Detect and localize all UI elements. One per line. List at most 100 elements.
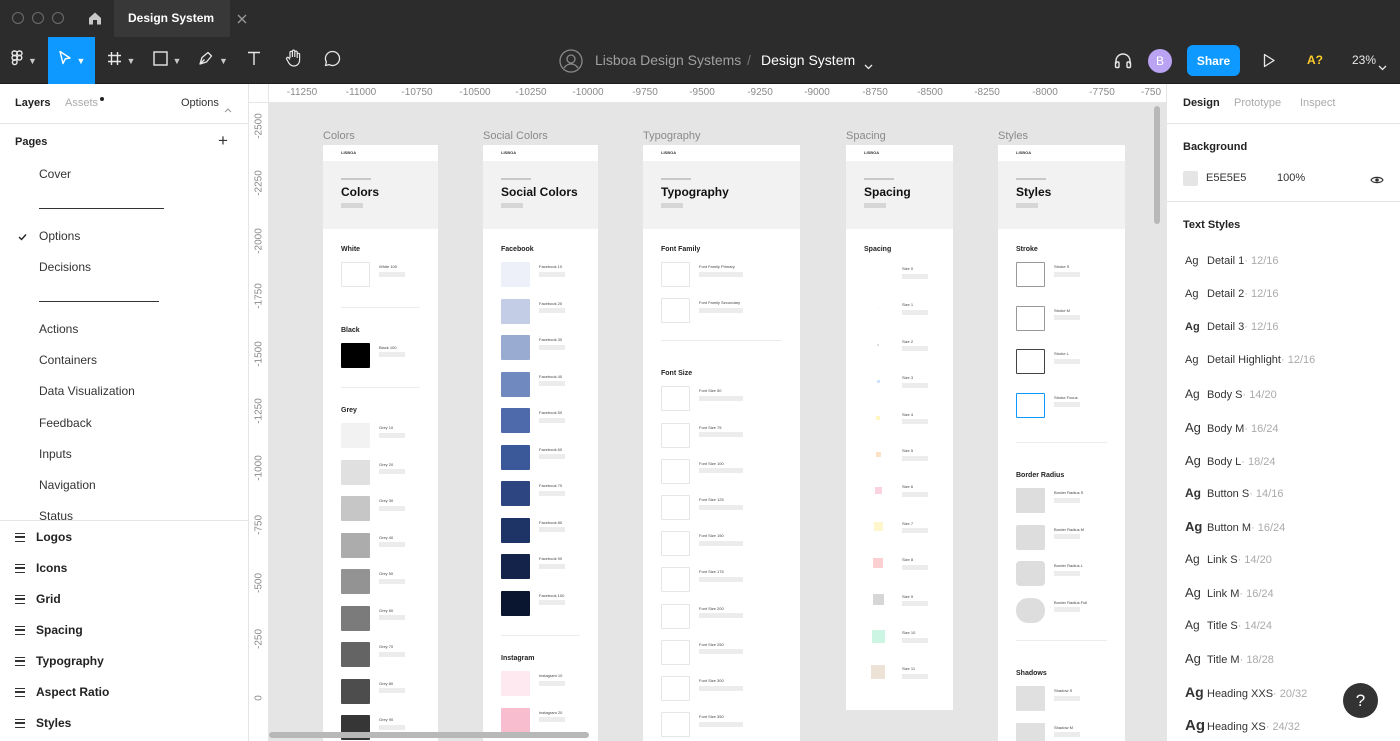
frame-label[interactable]: Styles	[998, 130, 1028, 142]
color-swatch[interactable]	[341, 605, 370, 631]
color-swatch[interactable]	[341, 532, 370, 558]
layer-icons[interactable]: Icons	[15, 561, 67, 575]
type-sample-box[interactable]	[661, 712, 690, 738]
text-style-item[interactable]: Ag Body M · 16/24	[1185, 420, 1279, 435]
frame-label[interactable]: Social Colors	[483, 130, 548, 142]
eye-visibility-icon[interactable]	[1370, 172, 1384, 190]
color-swatch[interactable]	[501, 444, 530, 470]
type-sample-box[interactable]	[661, 639, 690, 665]
frame-0[interactable]: LISBOA Colors White White 100 Black Black 100…	[323, 145, 438, 741]
main-menu-button[interactable]: ▼	[0, 37, 48, 84]
text-style-item[interactable]: Ag Body L · 18/24	[1185, 453, 1276, 468]
spacing-swatch[interactable]	[876, 379, 880, 383]
text-style-item[interactable]: Ag Detail 3 · 12/16	[1185, 321, 1279, 333]
accessibility-plugin-button[interactable]: A?	[1307, 53, 1323, 67]
style-sample[interactable]	[1016, 349, 1045, 374]
color-swatch[interactable]	[501, 671, 530, 696]
color-swatch[interactable]	[501, 262, 530, 287]
color-swatch[interactable]	[341, 342, 370, 368]
layer-spacing[interactable]: Spacing	[15, 623, 83, 637]
frame-label[interactable]: Colors	[323, 130, 355, 142]
color-swatch[interactable]	[341, 678, 370, 704]
type-sample-box[interactable]	[661, 458, 690, 484]
page-item-data-visualization[interactable]: Data Visualization	[39, 384, 135, 398]
color-swatch[interactable]	[501, 517, 530, 543]
text-style-item[interactable]: Ag Title M · 18/28	[1185, 651, 1274, 666]
color-swatch[interactable]	[341, 262, 370, 287]
text-style-item[interactable]: Ag Body S · 14/20	[1185, 387, 1277, 401]
layer-typography[interactable]: Typography	[15, 654, 104, 668]
background-opacity-input[interactable]: 100%	[1277, 172, 1305, 184]
color-swatch[interactable]	[501, 554, 530, 579]
help-button[interactable]: ?	[1343, 683, 1378, 718]
move-tool-button[interactable]: ▼	[48, 37, 95, 84]
color-swatch[interactable]	[501, 590, 530, 616]
color-swatch[interactable]	[341, 423, 370, 448]
tab-prototype[interactable]: Prototype	[1234, 97, 1281, 109]
type-sample-box[interactable]	[661, 603, 690, 629]
window-maximize-button[interactable]	[52, 12, 64, 24]
type-sample-box[interactable]	[661, 495, 690, 520]
text-style-item[interactable]: Ag Button M · 16/24	[1185, 519, 1285, 534]
spacing-swatch[interactable]	[873, 558, 883, 569]
chevron-down-icon[interactable]	[1378, 58, 1387, 76]
style-sample[interactable]	[1016, 524, 1045, 550]
user-avatar[interactable]: B	[1148, 49, 1172, 73]
style-sample[interactable]	[1016, 305, 1045, 331]
color-swatch[interactable]	[501, 707, 530, 733]
style-sample[interactable]	[1016, 597, 1045, 623]
background-color-swatch[interactable]	[1183, 171, 1198, 186]
layer-aspect-ratio[interactable]: Aspect Ratio	[15, 685, 109, 699]
page-item-actions[interactable]: Actions	[39, 322, 78, 336]
spacing-swatch[interactable]	[871, 665, 885, 680]
spacing-swatch[interactable]	[874, 486, 882, 494]
style-sample[interactable]	[1016, 686, 1045, 711]
color-swatch[interactable]	[341, 569, 370, 594]
type-sample-box[interactable]	[661, 386, 690, 412]
present-play-icon[interactable]	[1262, 53, 1276, 73]
text-style-item[interactable]: Ag Detail 2 · 12/16	[1185, 288, 1279, 300]
text-style-item[interactable]: Ag Detail 1 · 12/16	[1185, 255, 1279, 267]
tab-inspect[interactable]: Inspect	[1300, 97, 1335, 109]
color-swatch[interactable]	[501, 298, 530, 324]
file-name-button[interactable]: Design System	[761, 52, 855, 68]
file-tab[interactable]: Design System	[114, 0, 230, 37]
canvas[interactable]: Colors LISBOA Colors White White 100 Black Bla…	[249, 84, 1166, 741]
page-item-feedback[interactable]: Feedback	[39, 416, 92, 430]
style-sample[interactable]	[1016, 392, 1045, 418]
frame-2[interactable]: LISBOA Typography Font Family Font Family P…	[643, 145, 800, 741]
page-item-decisions[interactable]: Decisions	[39, 260, 91, 274]
frame-label[interactable]: Spacing	[846, 130, 886, 142]
spacing-swatch[interactable]	[872, 594, 884, 606]
page-item-navigation[interactable]: Navigation	[39, 478, 96, 492]
type-sample-box[interactable]	[661, 676, 690, 701]
page-item-options[interactable]: Options	[39, 229, 80, 243]
zoom-level-button[interactable]: 23%	[1352, 53, 1376, 67]
style-sample[interactable]	[1016, 262, 1045, 287]
spacing-swatch[interactable]	[875, 451, 881, 457]
text-style-item[interactable]: Ag Detail Highlight · 12/16	[1185, 354, 1315, 366]
chevron-up-icon[interactable]	[224, 100, 232, 118]
color-swatch[interactable]	[341, 642, 370, 667]
tab-design[interactable]: Design	[1183, 97, 1220, 109]
spacing-swatch[interactable]	[876, 415, 880, 420]
window-minimize-button[interactable]	[32, 12, 44, 24]
text-style-item[interactable]: Ag Title S · 14/24	[1185, 618, 1272, 632]
comment-tool-button[interactable]	[314, 37, 350, 84]
options-dropdown[interactable]: Options	[181, 97, 219, 109]
text-style-item[interactable]: Ag Link S · 14/20	[1185, 552, 1272, 566]
color-swatch[interactable]	[501, 481, 530, 506]
text-style-item[interactable]: Ag Heading XS · 24/32	[1185, 717, 1300, 734]
color-swatch[interactable]	[501, 335, 530, 360]
color-swatch[interactable]	[341, 459, 370, 485]
horizontal-scrollbar[interactable]	[269, 732, 589, 738]
color-swatch[interactable]	[501, 371, 530, 397]
vertical-scrollbar[interactable]	[1154, 106, 1160, 224]
text-tool-button[interactable]	[236, 37, 272, 84]
home-icon[interactable]	[87, 10, 103, 31]
chevron-down-icon[interactable]	[864, 57, 873, 75]
hand-tool-button[interactable]	[274, 37, 312, 84]
audio-headphones-icon[interactable]	[1113, 50, 1133, 75]
pen-tool-button[interactable]: ▼	[190, 37, 236, 84]
layer-grid[interactable]: Grid	[15, 592, 61, 606]
